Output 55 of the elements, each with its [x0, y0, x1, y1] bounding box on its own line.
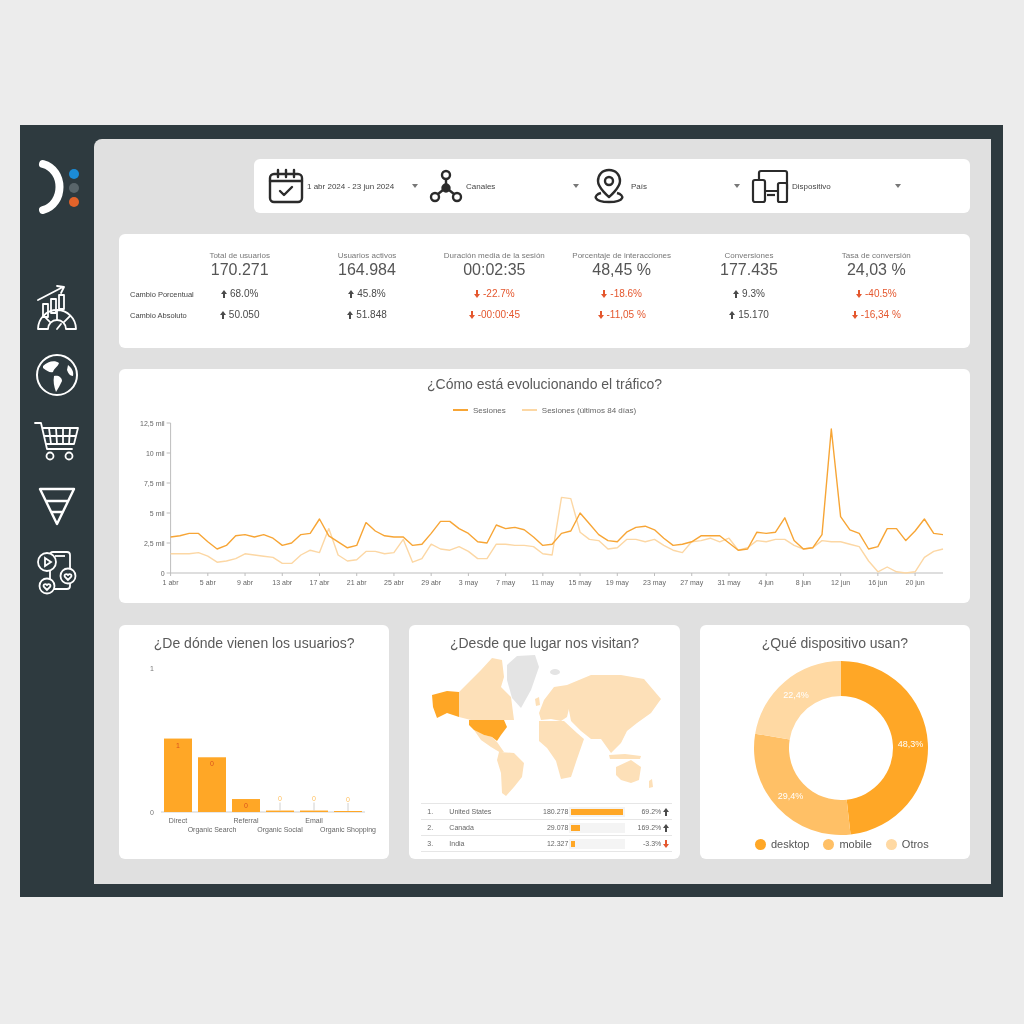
metric-label: Usuarios activos — [337, 251, 397, 261]
metric-value: 177.435 — [720, 261, 778, 279]
metric-label: Tasa de conversión — [841, 251, 911, 261]
network-icon — [429, 169, 463, 203]
bar — [231, 799, 260, 812]
change-value: 68.0% — [230, 288, 259, 300]
phone-social-icon[interactable] — [36, 549, 78, 595]
metric-label: Total de usuarios — [209, 251, 270, 261]
caret-icon — [412, 184, 418, 188]
change-value: 51.848 — [356, 309, 387, 321]
change-value: 15.170 — [738, 309, 769, 321]
change-value: -22.7% — [483, 288, 515, 300]
metric-label: Conversiones — [724, 251, 774, 261]
legend-label: Otros — [901, 838, 929, 850]
filter-dropdown[interactable]: 1 abr 2024 - 23 jun 2024 — [268, 168, 418, 204]
change-value: 45.8% — [357, 288, 386, 300]
legend-label: mobile — [839, 838, 872, 850]
change-value: -16,34 % — [860, 309, 901, 321]
chart-title: ¿Desde que lugar nos visitan? — [449, 634, 640, 651]
slice-label: 48,3% — [897, 739, 923, 750]
change-value: 50.050 — [228, 309, 260, 321]
filter-dropdown[interactable]: País — [590, 168, 740, 204]
logo — [36, 158, 82, 216]
chart-gauge-icon[interactable] — [35, 283, 79, 331]
metric-value: 00:02:35 — [463, 261, 526, 279]
chart-title: ¿Qué dispositivo usan? — [761, 634, 908, 651]
change-value: -40.5% — [865, 288, 897, 300]
caret-icon — [734, 184, 740, 188]
shopping-cart-icon[interactable] — [34, 419, 80, 463]
filter-dropdown[interactable]: Dispositivo — [751, 168, 901, 204]
legend-label: Sesiones — [472, 405, 506, 415]
bar — [197, 757, 226, 812]
metric-value: 170.271 — [210, 261, 269, 279]
chart-title: ¿De dónde vienen los usuarios? — [153, 634, 355, 651]
caret-icon — [895, 184, 901, 188]
globe-icon[interactable] — [35, 353, 79, 397]
calendar-icon — [268, 168, 304, 204]
filter-dropdown[interactable]: Canales — [429, 169, 579, 203]
chart-title: ¿Cómo está evolucionando el tráfico? — [427, 375, 662, 392]
legend-label: desktop — [770, 838, 810, 850]
metric-value: 48,45 % — [592, 261, 651, 279]
metric-value: 164.984 — [338, 261, 396, 279]
metric-label: Duración media de la sesión — [443, 251, 545, 261]
slice-label: 29,4% — [777, 790, 804, 801]
change-value: 9.3% — [742, 288, 765, 300]
change-value: -00:00:45 — [477, 309, 520, 321]
legend-label: Sesiones (últimos 84 días) — [541, 405, 637, 415]
metric-value: 24,03 % — [846, 261, 906, 279]
funnel-icon[interactable] — [37, 485, 77, 527]
change-value: -11,05 % — [606, 309, 646, 321]
devices-icon — [751, 168, 789, 204]
metric-label: Porcentaje de interacciones — [572, 251, 672, 261]
caret-icon — [573, 184, 579, 188]
slice-label: 22,4% — [783, 690, 809, 700]
change-value: -18.6% — [610, 288, 642, 300]
